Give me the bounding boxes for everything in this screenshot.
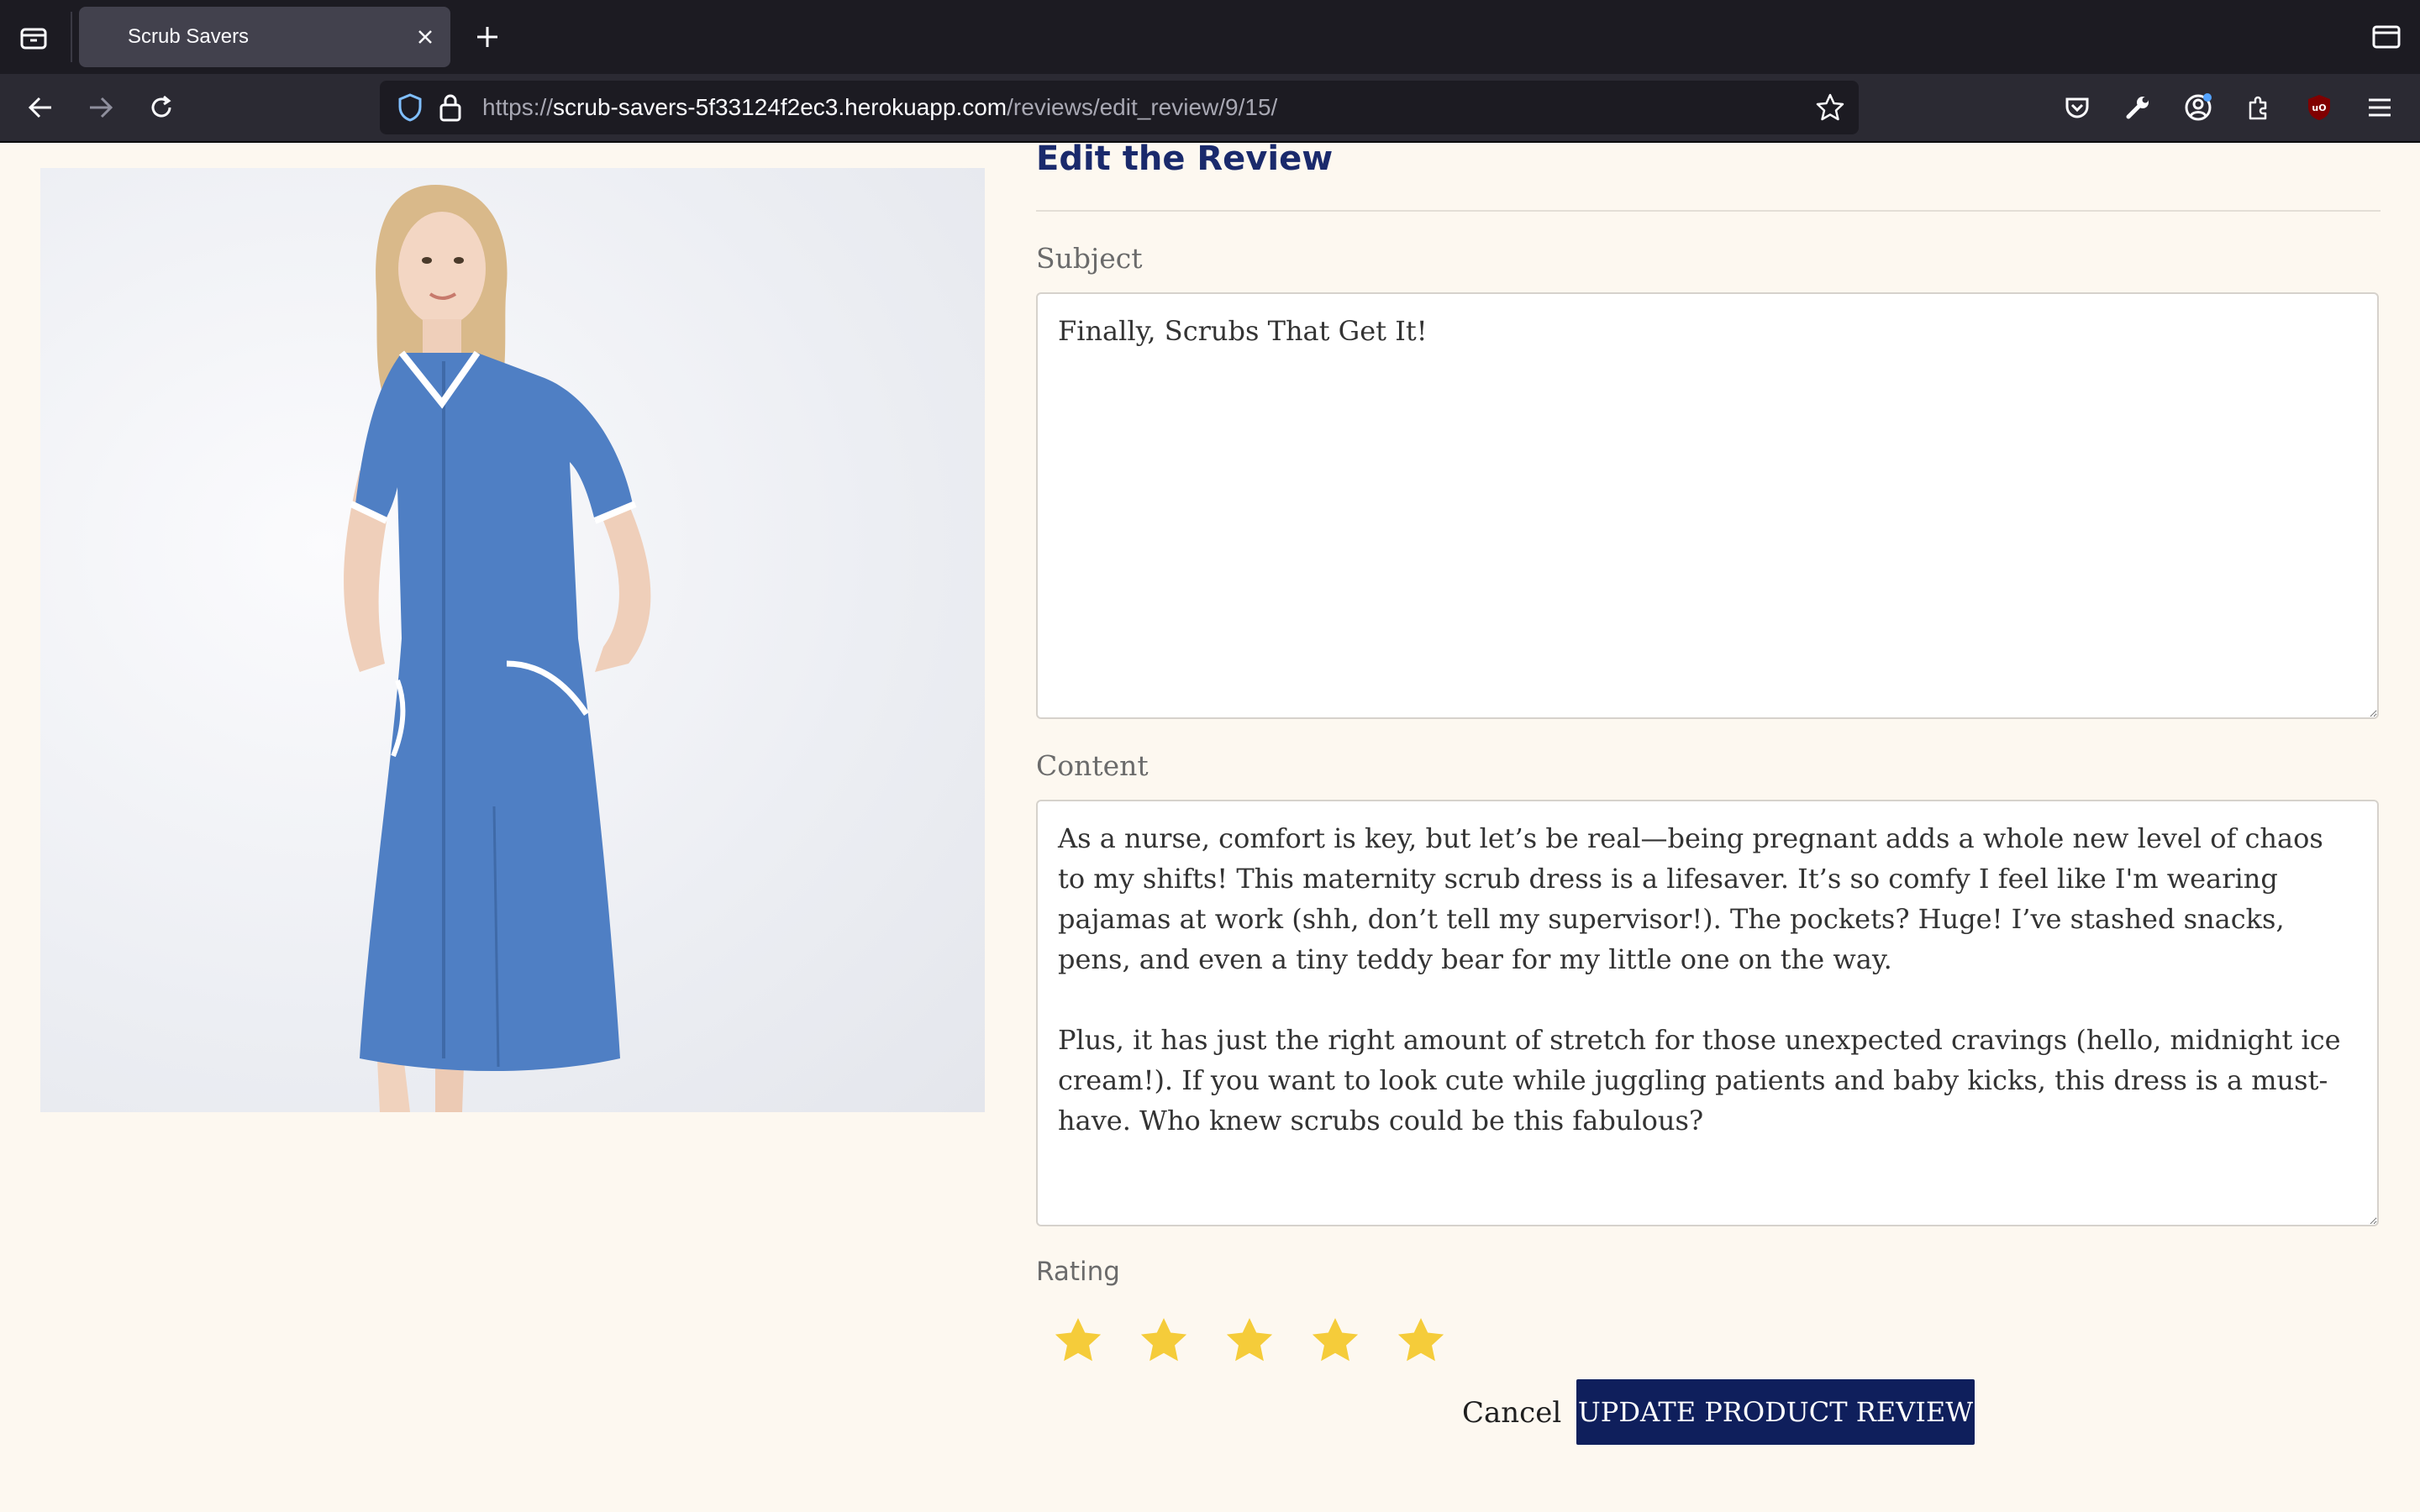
ublock-icon[interactable]: uO [2301,89,2338,126]
subject-label: Subject [1036,242,1143,275]
account-icon[interactable] [2180,89,2217,126]
hamburger-menu-icon[interactable] [2361,89,2398,126]
extensions-icon[interactable] [2240,89,2277,126]
product-image [40,168,985,1112]
close-icon[interactable] [412,24,439,50]
plus-icon[interactable] [469,18,506,55]
content-label: Content [1036,749,1149,782]
svg-text:uO: uO [2312,102,2326,113]
tab-list-icon[interactable] [15,20,52,54]
scrub-dress-illustration [344,185,651,1112]
pocket-icon[interactable] [2059,89,2096,126]
star-icon-1[interactable] [1052,1315,1104,1368]
update-review-button[interactable]: UPDATE PRODUCT REVIEW [1576,1379,1975,1445]
content-field[interactable]: As a nurse, comfort is key, but let’s be… [1036,800,2379,1226]
cancel-button[interactable]: Cancel [1445,1381,1578,1445]
browser-nav-bar: https://scrub-savers-5f33124f2ec3.heroku… [0,74,2420,141]
star-icon-4[interactable] [1309,1315,1361,1368]
url-host: scrub-savers-5f33124f2ec3.herokuapp.com [553,94,1007,120]
window-icon[interactable] [2370,20,2403,54]
url-bar[interactable]: https://scrub-savers-5f33124f2ec3.heroku… [380,81,1859,134]
browser-tab-bar: Scrub Savers [0,0,2420,74]
forward-arrow-icon[interactable] [82,89,119,126]
tab-title: Scrub Savers [128,25,250,48]
bookmark-star-icon[interactable] [1815,92,1845,127]
star-icon-5[interactable] [1395,1315,1447,1368]
rating-label: Rating [1036,1257,1120,1287]
wrench-icon[interactable] [2119,89,2156,126]
lock-icon[interactable] [439,92,462,127]
url-scheme: https:// [482,94,554,120]
back-arrow-icon[interactable] [22,89,59,126]
url-text[interactable]: https://scrub-savers-5f33124f2ec3.heroku… [482,81,1277,134]
subject-field[interactable]: Finally, Scrubs That Get It! [1036,292,2379,719]
star-rating[interactable] [1052,1315,1447,1369]
reload-icon[interactable] [143,89,180,126]
title-divider [1036,210,2381,212]
star-icon-3[interactable] [1223,1315,1276,1368]
tab-divider [71,12,72,62]
page-title: Edit the Review [1036,139,1334,178]
shield-icon[interactable] [397,92,424,127]
url-path: /reviews/edit_review/9/15/ [1007,94,1278,120]
star-icon-2[interactable] [1138,1315,1190,1368]
browser-tab[interactable]: Scrub Savers [79,7,450,67]
